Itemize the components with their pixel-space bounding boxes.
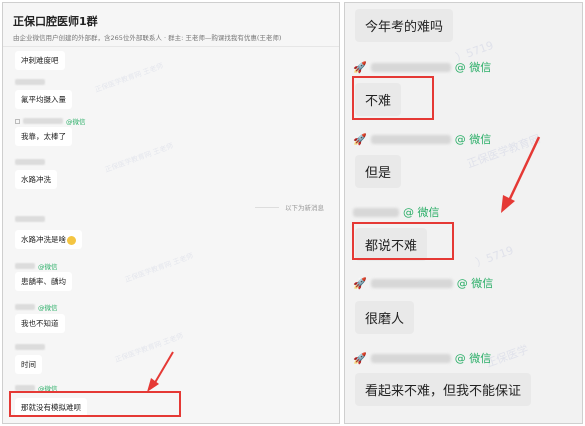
emoji-icon — [67, 235, 76, 245]
rocket-icon: 🚀 — [353, 132, 367, 146]
rocket-icon: 🚀 — [353, 276, 367, 290]
sender-name: @微信 — [15, 302, 58, 312]
message-bubble[interactable]: 很磨人 — [355, 301, 415, 334]
annotation-arrow-icon — [147, 351, 174, 392]
wechat-tag: @微信 — [38, 304, 58, 312]
group-subtitle: 由企业微信用户创建的外部群，含265位外部联系人 · 群主: 王老师—购课找我有… — [13, 34, 282, 42]
message-bubble[interactable]: 时间 — [15, 355, 42, 374]
group-title: 正保口腔医师1群 — [13, 15, 98, 28]
message-bubble[interactable]: 患龋率、龋均 — [15, 272, 72, 291]
wechat-tag: @ 微信 — [403, 206, 440, 219]
new-messages-divider: 以下为新消息 — [285, 204, 324, 212]
highlight-box — [352, 76, 434, 120]
sender-name — [15, 79, 45, 85]
sender-name — [15, 159, 45, 165]
watermark: 正保医学教育网 王老师 — [103, 141, 175, 175]
sender-name: @ 微信 — [353, 204, 440, 220]
highlight-box — [352, 222, 454, 260]
chat-zoom-panel: ）5719 正保医学教育网 ）5719 正保医学 今年考的难吗 🚀 @ 微信 不难… — [344, 2, 583, 424]
wechat-tag: @微信 — [38, 263, 58, 271]
annotation-arrow-icon — [501, 136, 541, 213]
rocket-icon: 🚀 — [353, 351, 367, 365]
sender-name — [15, 216, 45, 222]
message-bubble[interactable]: 水路冲洗 — [15, 170, 57, 189]
sender-name: 🚀 @ 微信 — [353, 131, 491, 147]
rocket-icon: 🚀 — [353, 60, 367, 74]
message-bubble[interactable]: 看起来不难，但我不能保证 — [355, 373, 532, 406]
wechat-tag: @微信 — [66, 118, 86, 126]
wechat-tag: @ 微信 — [456, 277, 494, 290]
sender-name — [15, 344, 45, 350]
group-chat-panel: 正保口腔医师1群 由企业微信用户创建的外部群，含265位外部联系人 · 群主: … — [2, 2, 340, 424]
wechat-tag: @ 微信 — [454, 61, 492, 74]
watermark: 正保医学教育网 王老师 — [123, 251, 195, 285]
message-bubble[interactable]: 今年考的难吗 — [355, 9, 454, 42]
wechat-tag: @ 微信 — [454, 352, 492, 365]
message-bubble[interactable]: 我靠，太棒了 — [15, 127, 72, 146]
message-bubble[interactable]: 冲刺难度吧 — [15, 51, 65, 70]
wechat-tag: @ 微信 — [454, 133, 492, 146]
sender-name: 🚀 @ 微信 — [353, 275, 493, 291]
screenshot-frame: 正保口腔医师1群 由企业微信用户创建的外部群，含265位外部联系人 · 群主: … — [0, 0, 585, 426]
sender-name: @微信 — [15, 116, 86, 126]
chat-header: 正保口腔医师1群 由企业微信用户创建的外部群，含265位外部联系人 · 群主: … — [3, 3, 339, 47]
sender-name: @微信 — [15, 261, 58, 271]
avatar — [15, 118, 20, 124]
divider-line — [255, 207, 279, 208]
message-text: 水路冲洗是啥 — [21, 235, 66, 244]
watermark: 正保医学教育网 王老师 — [93, 61, 165, 95]
message-bubble[interactable]: 我也不知道 — [15, 314, 65, 333]
sender-name: 🚀 @ 微信 — [353, 59, 491, 75]
message-bubble[interactable]: 氟平均摄入量 — [15, 90, 72, 109]
sender-name: 🚀 @ 微信 — [353, 350, 491, 366]
message-bubble[interactable]: 但是 — [355, 155, 402, 188]
message-bubble[interactable]: 水路冲洗是啥 — [15, 230, 82, 249]
watermark: ）5719 — [474, 243, 516, 270]
